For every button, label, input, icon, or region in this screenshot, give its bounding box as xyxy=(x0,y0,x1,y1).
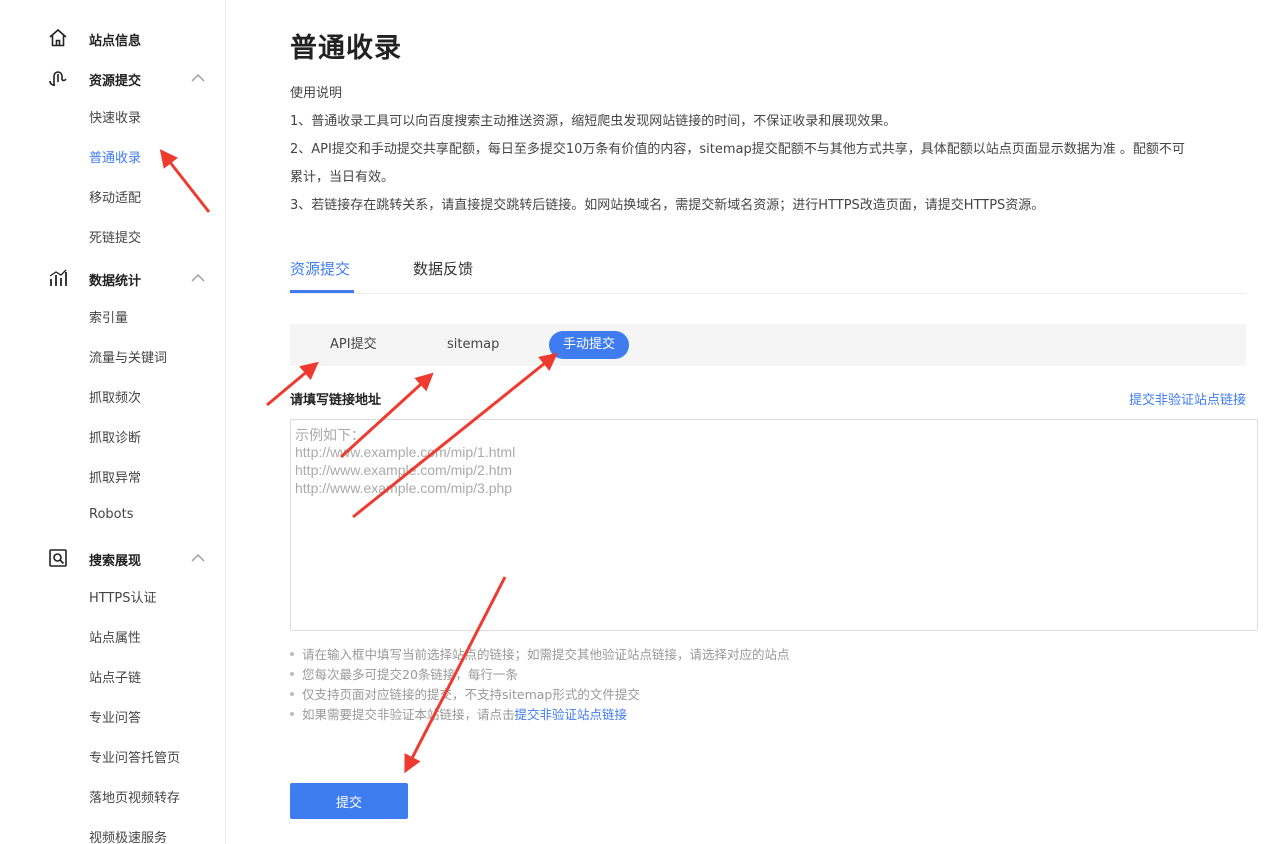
usage-line: 3、若链接存在跳转关系，请直接提交跳转后链接。如网站换域名，需提交新域名资源；进… xyxy=(290,198,1045,213)
tab-bar: 资源提交 数据反馈 xyxy=(290,250,1246,294)
page-title: 普通收录 xyxy=(290,33,402,64)
tip-item: 您每次最多可提交20条链接，每行一条 xyxy=(290,664,518,683)
usage-heading: 使用说明 xyxy=(290,86,343,101)
bullet-dot xyxy=(290,651,294,656)
sidebar-item-mobile-adapt[interactable]: 移动适配 xyxy=(89,187,141,206)
usage-line: 1、普通收录工具可以向百度搜索主动推送资源，缩短爬虫发现网站链接的时间，不保证收… xyxy=(290,114,897,129)
tip-text: 仅支持页面对应链接的提交，不支持sitemap形式的文件提交 xyxy=(302,687,640,702)
sidebar-item-site-attributes[interactable]: 站点属性 xyxy=(89,627,141,646)
tip-item: 请在输入框中填写当前选择站点的链接；如需提交其他验证站点链接，请选择对应的站点 xyxy=(290,644,790,663)
submit-unverified-link[interactable]: 提交非验证站点链接 xyxy=(1129,389,1246,408)
sidebar-group-label: 搜索展现 xyxy=(89,554,142,569)
bullet-dot xyxy=(290,711,294,716)
sidebar-item-sitelinks[interactable]: 站点子链 xyxy=(89,667,141,686)
chevron-up-icon[interactable] xyxy=(190,550,206,566)
home-icon xyxy=(49,28,67,47)
tip-text: 如果需要提交非验证本站链接，请点击 xyxy=(302,707,515,722)
tip-text: 您每次最多可提交20条链接，每行一条 xyxy=(302,667,518,682)
search-icon xyxy=(49,549,67,567)
url-field-label: 请填写链接地址 xyxy=(290,393,382,408)
tip-item: 如果需要提交非验证本站链接，请点击提交非验证站点链接 xyxy=(290,704,627,723)
sidebar-item-index-volume[interactable]: 索引量 xyxy=(89,307,128,326)
url-textarea[interactable]: 示例如下： http://www.example.com/mip/1.html … xyxy=(290,419,1258,631)
usage-line: 累计，当日有效。 xyxy=(290,170,395,185)
sidebar-item-https-auth[interactable]: HTTPS认证 xyxy=(89,587,157,606)
placeholder-line: http://www.example.com/mip/3.php xyxy=(295,480,513,496)
submit-method-bar: API提交 sitemap 手动提交 xyxy=(290,324,1246,366)
sidebar-item-fast-index[interactable]: 快速收录 xyxy=(89,107,141,126)
tip-item: 仅支持页面对应链接的提交，不支持sitemap形式的文件提交 xyxy=(290,684,640,703)
sidebar-group-statistics[interactable]: 数据统计 xyxy=(0,266,226,290)
sidebar-item-crawl-errors[interactable]: 抓取异常 xyxy=(89,467,141,486)
sidebar-group-label: 站点信息 xyxy=(89,34,142,49)
main-content: 普通收录 使用说明 1、普通收录工具可以向百度搜索主动推送资源，缩短爬虫发现网站… xyxy=(290,0,1265,844)
submit-button[interactable]: 提交 xyxy=(290,783,408,819)
tip-text: 请在输入框中填写当前选择站点的链接；如需提交其他验证站点链接，请选择对应的站点 xyxy=(302,647,790,662)
placeholder-line: http://www.example.com/mip/1.html xyxy=(295,444,516,460)
sidebar-group-label: 资源提交 xyxy=(89,74,142,89)
placeholder-line: http://www.example.com/mip/2.htm xyxy=(295,462,513,478)
sidebar: 站点信息 资源提交 快速收录 普通收录 移动适配 死链提交 数据统计 索引量 流… xyxy=(0,0,226,844)
method-api-submit[interactable]: API提交 xyxy=(316,331,391,359)
chart-icon xyxy=(49,269,67,286)
bullet-dot xyxy=(290,691,294,696)
sidebar-group-resource-submit[interactable]: 资源提交 xyxy=(0,66,226,90)
sidebar-item-deadlink[interactable]: 死链提交 xyxy=(89,227,141,246)
tab-resource-submit[interactable]: 资源提交 xyxy=(290,258,350,279)
sidebar-item-video-fast[interactable]: 视频极速服务 xyxy=(89,827,167,844)
sidebar-group-site-info[interactable]: 站点信息 xyxy=(0,26,226,50)
tip-unverified-link[interactable]: 提交非验证站点链接 xyxy=(515,707,628,722)
active-tab-indicator xyxy=(290,290,354,293)
bullet-dot xyxy=(290,671,294,676)
sidebar-item-robots[interactable]: Robots xyxy=(89,507,133,522)
method-manual-submit[interactable]: 手动提交 xyxy=(549,331,630,359)
sidebar-item-crawl-diagnosis[interactable]: 抓取诊断 xyxy=(89,427,141,446)
sidebar-item-landing-video[interactable]: 落地页视频转存 xyxy=(89,787,180,806)
sidebar-item-expert-qa-hosted[interactable]: 专业问答托管页 xyxy=(89,747,180,766)
submit-icon xyxy=(49,71,67,86)
sidebar-item-traffic-keywords[interactable]: 流量与关键词 xyxy=(89,347,167,366)
sidebar-group-search-display[interactable]: 搜索展现 xyxy=(0,546,226,570)
chevron-up-icon[interactable] xyxy=(190,70,206,86)
sidebar-item-expert-qa[interactable]: 专业问答 xyxy=(89,707,141,726)
placeholder-line: 示例如下： xyxy=(295,427,365,443)
sidebar-group-label: 数据统计 xyxy=(89,274,142,289)
chevron-up-icon[interactable] xyxy=(190,270,206,286)
tab-data-feedback[interactable]: 数据反馈 xyxy=(413,258,473,279)
usage-line: 2、API提交和手动提交共享配额，每日至多提交10万条有价值的内容，sitema… xyxy=(290,142,1185,157)
sidebar-item-normal-index[interactable]: 普通收录 xyxy=(89,147,141,166)
method-sitemap[interactable]: sitemap xyxy=(433,331,513,359)
sidebar-item-crawl-frequency[interactable]: 抓取频次 xyxy=(89,387,141,406)
